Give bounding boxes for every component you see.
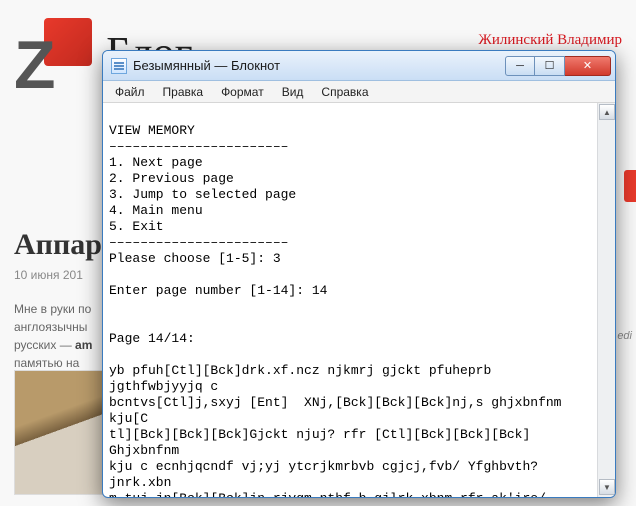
menu-format[interactable]: Формат [213,83,272,101]
body-line: русских — [14,338,75,352]
menu-view[interactable]: Вид [274,83,312,101]
scroll-up-icon[interactable]: ▲ [599,104,615,120]
body-line: Мне в руки по [14,302,91,316]
menu-help[interactable]: Справка [313,83,376,101]
titlebar[interactable]: Безымянный — Блокнот ─ ☐ ✕ [103,51,615,81]
article-title: Аппар [14,228,102,262]
author-link[interactable]: Жилинский Владимир [478,32,622,49]
window-title: Безымянный — Блокнот [133,58,499,73]
article-date: 10 июня 201 [14,268,83,282]
menu-file[interactable]: Файл [107,83,153,101]
maximize-button[interactable]: ☐ [535,56,565,76]
close-button[interactable]: ✕ [565,56,611,76]
body-line: памятью на [14,356,79,370]
menu-bar: Файл Правка Формат Вид Справка [103,81,615,103]
scroll-down-icon[interactable]: ▼ [599,479,615,495]
minimize-button[interactable]: ─ [505,56,535,76]
side-pin [624,170,636,202]
window-controls: ─ ☐ ✕ [505,56,611,76]
body-bold: am [75,338,92,352]
menu-edit[interactable]: Правка [155,83,212,101]
site-logo: Z [14,12,94,92]
editor-area: VIEW MEMORY ––––––––––––––––––––––– 1. N… [103,103,615,497]
notepad-app-icon [111,58,127,74]
vertical-scrollbar[interactable]: ▲ ▼ [597,103,615,497]
edit-hint: edi [617,330,632,342]
body-line: англоязычны [14,320,87,334]
notepad-window[interactable]: Безымянный — Блокнот ─ ☐ ✕ Файл Правка Ф… [102,50,616,498]
text-content[interactable]: VIEW MEMORY ––––––––––––––––––––––– 1. N… [103,103,597,497]
